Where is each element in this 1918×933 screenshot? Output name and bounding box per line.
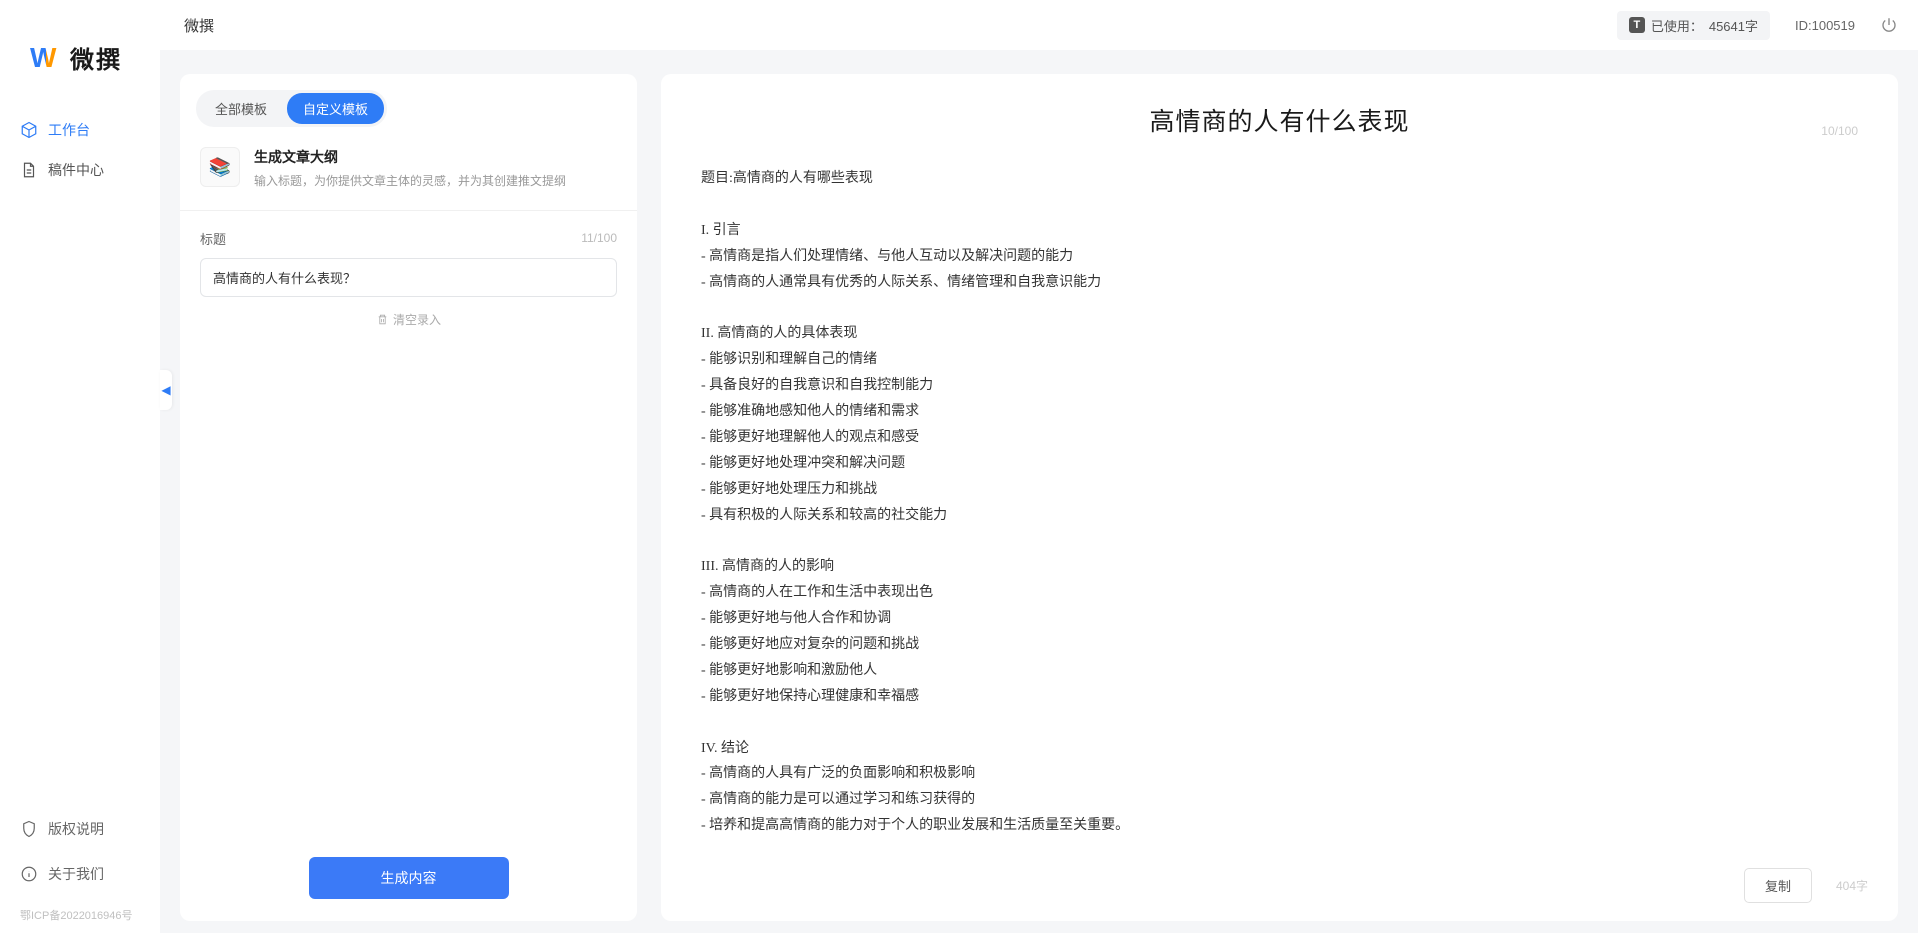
usage-value: 45641字 <box>1709 16 1758 35</box>
topbar: 微撰 T 已使用： 45641字 ID:100519 <box>160 0 1918 50</box>
clear-input-button[interactable]: 清空录入 <box>200 297 617 328</box>
user-id: ID:100519 <box>1795 18 1855 33</box>
sidebar: W 微撰 工作台 稿件中心 版权说明 关于我们 <box>0 0 160 933</box>
title-char-count: 11/100 <box>581 231 617 245</box>
tab-custom-templates[interactable]: 自定义模板 <box>287 93 384 124</box>
output-title: 高情商的人有什么表现 <box>701 102 1858 138</box>
power-button[interactable] <box>1880 16 1898 34</box>
nav-about[interactable]: 关于我们 <box>0 854 160 894</box>
template-icon: 📚 <box>200 147 240 187</box>
output-panel: 高情商的人有什么表现 10/100 题目:高情商的人有哪些表现 I. 引言 - … <box>661 74 1898 921</box>
copy-button[interactable]: 复制 <box>1744 868 1812 903</box>
output-title-count: 10/100 <box>1821 124 1858 138</box>
nav-label: 关于我们 <box>48 864 104 884</box>
nav-label: 工作台 <box>48 120 90 140</box>
nav-copyright[interactable]: 版权说明 <box>0 809 160 849</box>
shield-icon <box>20 820 38 838</box>
logo-text: 微撰 <box>70 40 122 75</box>
logo[interactable]: W 微撰 <box>0 20 160 110</box>
nav-workspace[interactable]: 工作台 <box>0 110 160 150</box>
generate-button[interactable]: 生成内容 <box>309 857 509 899</box>
trash-icon <box>376 313 389 326</box>
usage-badge[interactable]: T 已使用： 45641字 <box>1617 11 1770 40</box>
books-icon: 📚 <box>209 157 231 178</box>
input-panel: 全部模板 自定义模板 📚 生成文章大纲 输入标题，为你提供文章主体的灵感，并为其… <box>180 74 637 921</box>
nav-drafts[interactable]: 稿件中心 <box>0 150 160 190</box>
template-card: 📚 生成文章大纲 输入标题，为你提供文章主体的灵感，并为其创建推文提纲 <box>180 127 637 200</box>
logo-icon: W <box>30 42 62 74</box>
tab-all-templates[interactable]: 全部模板 <box>199 93 283 124</box>
page-title: 微撰 <box>180 15 214 36</box>
template-tabs: 全部模板 自定义模板 <box>196 90 387 127</box>
usage-prefix: 已使用： <box>1651 16 1703 35</box>
sidebar-collapse-handle[interactable]: ◀ <box>160 370 172 410</box>
icp-text: 鄂ICP备2022016946号 <box>0 899 160 923</box>
info-icon <box>20 865 38 883</box>
document-icon <box>20 161 38 179</box>
quota-icon: T <box>1629 17 1645 33</box>
power-icon <box>1880 16 1898 34</box>
output-word-count: 404字 <box>1836 877 1868 894</box>
nav-label: 稿件中心 <box>48 160 104 180</box>
title-label: 标题 <box>200 229 226 248</box>
cube-icon <box>20 121 38 139</box>
template-desc: 输入标题，为你提供文章主体的灵感，并为其创建推文提纲 <box>254 173 566 190</box>
clear-label: 清空录入 <box>393 311 441 328</box>
output-body[interactable]: 题目:高情商的人有哪些表现 I. 引言 - 高情商是指人们处理情绪、与他人互动以… <box>661 148 1898 856</box>
chevron-left-icon: ◀ <box>161 383 170 397</box>
template-title: 生成文章大纲 <box>254 147 566 167</box>
title-input[interactable] <box>200 258 617 297</box>
nav-label: 版权说明 <box>48 819 104 839</box>
